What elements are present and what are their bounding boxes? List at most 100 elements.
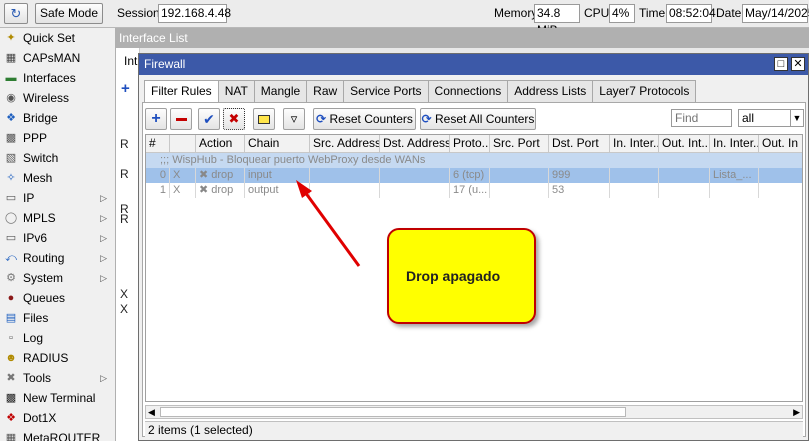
sidebar-item-switch[interactable]: ▧ Switch xyxy=(0,148,115,168)
disable-rule-button[interactable]: ✖ xyxy=(223,108,245,130)
comment-button[interactable] xyxy=(253,108,275,130)
sidebar-item-ip[interactable]: ▭ IP ▷ xyxy=(0,188,115,208)
folder-icon: ▤ xyxy=(5,312,17,324)
reset-counters-button[interactable]: ⟳ Reset Counters xyxy=(313,108,416,130)
rule-flag: X xyxy=(170,183,196,198)
comment-row[interactable]: ;;; WispHub - Bloquear puerto WebProxy d… xyxy=(146,153,802,168)
maximize-button[interactable]: □ xyxy=(774,57,788,71)
sidebar-item-ipv6[interactable]: ▭ IPv6 ▷ xyxy=(0,228,115,248)
remove-rule-button[interactable] xyxy=(170,108,192,130)
filter-select[interactable]: all xyxy=(738,109,791,127)
sidebar-item-label: IPv6 xyxy=(23,231,48,245)
reset-all-label: Reset All Counters xyxy=(435,112,535,126)
firewall-title-bar[interactable]: Firewall □ ✕ xyxy=(139,54,808,75)
sidebar-item-interfaces[interactable]: ▬ Interfaces xyxy=(0,68,115,88)
sidebar-item-radius[interactable]: ☻ RADIUS xyxy=(0,348,115,368)
tab-service-ports[interactable]: Service Ports xyxy=(343,80,429,102)
filter-button[interactable]: ▿ xyxy=(283,108,305,130)
filter-dropdown-button[interactable]: ▼ xyxy=(790,109,804,127)
tab-raw[interactable]: Raw xyxy=(306,80,345,102)
rule-out-interface-list xyxy=(759,168,802,183)
sidebar-item-files[interactable]: ▤ Files xyxy=(0,308,115,328)
column-header[interactable]: Src. Address xyxy=(310,135,380,153)
sidebar-item-mpls[interactable]: ◯ MPLS ▷ xyxy=(0,208,115,228)
mpls-icon: ◯ xyxy=(4,212,18,224)
interface-mark: X xyxy=(120,302,129,316)
sidebar-item-tools[interactable]: ✖ Tools ▷ xyxy=(0,368,115,388)
drop-icon: ✖ xyxy=(199,184,209,196)
sidebar-item-queues[interactable]: ● Queues xyxy=(0,288,115,308)
disable-x-icon: ✖ xyxy=(228,111,240,126)
tab-layer7-protocols[interactable]: Layer7 Protocols xyxy=(592,80,697,102)
sidebar-item-new-terminal[interactable]: ▩ New Terminal xyxy=(0,388,115,408)
sidebar-item-ppp[interactable]: ▩ PPP xyxy=(0,128,115,148)
switch-icon: ▧ xyxy=(5,152,17,164)
horizontal-scrollbar[interactable]: ◀ ▶ xyxy=(145,405,803,419)
enable-rule-button[interactable]: ✔ xyxy=(198,108,220,130)
tab-filter-rules[interactable]: Filter Rules xyxy=(144,80,219,103)
table-row[interactable]: 1 X ✖ drop output 17 (u... 53 xyxy=(146,183,802,198)
tab-address-lists[interactable]: Address Lists xyxy=(507,80,594,102)
date-label: Date: xyxy=(716,6,745,20)
interface-mark: R xyxy=(120,137,129,151)
sidebar-item-dot1x[interactable]: ❖ Dot1X xyxy=(0,408,115,428)
sidebar-item-system[interactable]: ⚙ System ▷ xyxy=(0,268,115,288)
sidebar-item-metarouter[interactable]: ▦ MetaROUTER xyxy=(0,428,115,441)
column-header[interactable]: Dst. Address xyxy=(380,135,450,153)
tab-nat[interactable]: NAT xyxy=(217,80,255,102)
column-header[interactable]: Src. Port xyxy=(490,135,549,153)
interface-add-icon[interactable]: + xyxy=(121,80,130,97)
sidebar-item-capsman[interactable]: ▦ CAPsMAN xyxy=(0,48,115,68)
column-header[interactable]: In. Inter... xyxy=(610,135,659,153)
capsman-icon: ▦ xyxy=(5,52,17,64)
wireless-icon: ◉ xyxy=(6,92,16,104)
find-input[interactable] xyxy=(671,109,732,127)
column-header[interactable]: Proto... xyxy=(450,135,490,153)
sidebar-item-log[interactable]: ▫ Log xyxy=(0,328,115,348)
column-header[interactable]: # xyxy=(146,135,170,153)
status-bar: 2 items (1 selected) xyxy=(145,421,803,438)
rule-src-port xyxy=(490,183,549,198)
sidebar-item-label: Tools xyxy=(23,371,52,385)
rule-comment: ;;; WispHub - Bloquear puerto WebProxy d… xyxy=(160,154,426,166)
gear-icon: ⚙ xyxy=(6,272,16,284)
tab-mangle[interactable]: Mangle xyxy=(253,80,308,102)
close-button[interactable]: ✕ xyxy=(791,57,805,71)
column-header[interactable]: Chain xyxy=(245,135,310,153)
interface-tab-fragment[interactable]: Int xyxy=(124,54,137,68)
tab-connections[interactable]: Connections xyxy=(427,80,509,102)
sidebar-item-label: Dot1X xyxy=(23,411,57,425)
reset-all-counters-button[interactable]: ⟳ Reset All Counters xyxy=(420,108,536,130)
sidebar-item-quick-set[interactable]: ✦ Quick Set xyxy=(0,28,115,48)
column-header[interactable]: Dst. Port xyxy=(549,135,610,153)
rule-protocol: 6 (tcp) xyxy=(450,168,490,183)
add-rule-button[interactable]: + xyxy=(145,108,167,130)
undo-button[interactable]: ↻ xyxy=(4,3,28,24)
interface-list-title: Interface List xyxy=(116,28,809,48)
chevron-right-icon: ▷ xyxy=(100,193,107,203)
sidebar-item-label: Queues xyxy=(23,291,66,305)
scroll-right-icon[interactable]: ▶ xyxy=(793,406,800,418)
rule-action-label: drop xyxy=(211,169,234,181)
scroll-thumb[interactable] xyxy=(160,407,626,417)
safe-mode-button[interactable]: Safe Mode xyxy=(35,3,103,24)
column-header[interactable]: Out. In xyxy=(759,135,802,153)
column-header[interactable]: Out. Int... xyxy=(659,135,710,153)
column-header[interactable] xyxy=(170,135,196,153)
annotation-callout: Drop apagado xyxy=(387,228,536,324)
rule-dst-port: 53 xyxy=(549,183,610,198)
scroll-left-icon[interactable]: ◀ xyxy=(148,406,155,418)
column-header[interactable]: Action xyxy=(196,135,245,153)
sidebar-item-label: Bridge xyxy=(23,111,58,125)
sidebar-item-mesh[interactable]: ✧ Mesh xyxy=(0,168,115,188)
chevron-right-icon: ▷ xyxy=(100,213,107,223)
sidebar-item-bridge[interactable]: ❖ Bridge xyxy=(0,108,115,128)
table-row[interactable]: 0 X ✖ drop input 6 (tcp) 999 Lista_... xyxy=(146,168,802,183)
sidebar-item-wireless[interactable]: ◉ Wireless xyxy=(0,88,115,108)
cpu-value: 4% xyxy=(609,4,635,23)
mesh-icon: ✧ xyxy=(6,172,16,184)
terminal-icon: ▩ xyxy=(5,392,17,404)
column-header[interactable]: In. Inter... xyxy=(710,135,759,153)
date-value: May/14/2025 xyxy=(742,4,809,23)
sidebar-item-routing[interactable]: ⤺ Routing ▷ xyxy=(0,248,115,268)
